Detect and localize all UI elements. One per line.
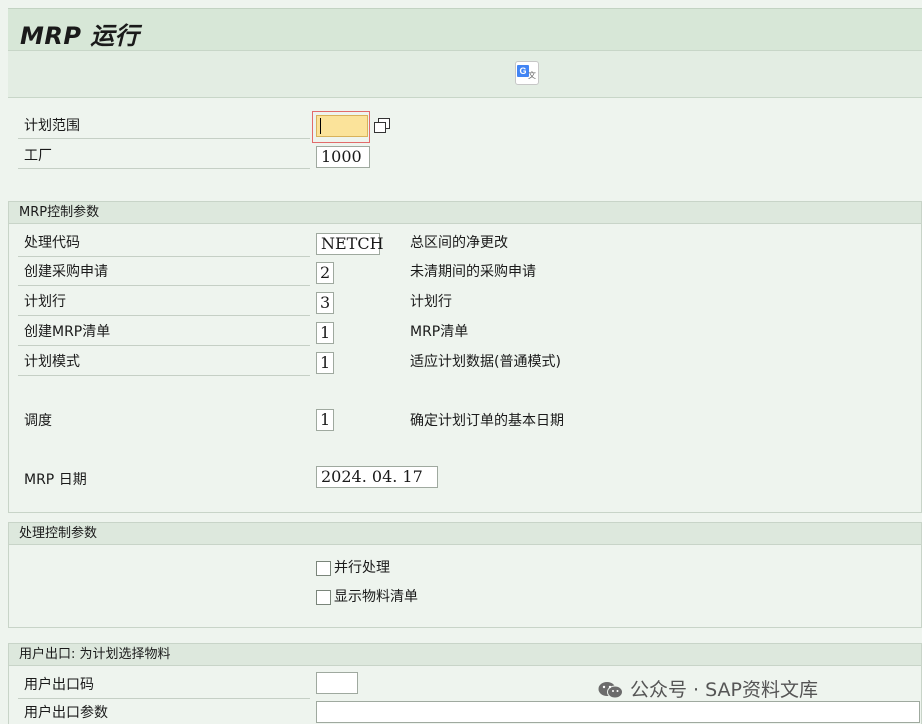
parallel-processing-checkbox[interactable]	[316, 561, 331, 576]
processing-key-underline	[18, 256, 310, 257]
schedule-lines-label: 计划行	[24, 294, 66, 310]
create-purchase-req-desc: 未清期间的采购申请	[410, 264, 536, 280]
plant-label: 工厂	[24, 148, 52, 164]
user-exit-code-label: 用户出口码	[24, 677, 94, 693]
schedule-lines-underline	[18, 315, 310, 316]
planning-mode-underline	[18, 375, 310, 376]
schedule-lines-desc: 计划行	[410, 294, 452, 310]
processing-key-label: 处理代码	[24, 235, 80, 251]
user-exit-param-input[interactable]	[316, 701, 920, 723]
planning-scope-label: 计划范围	[24, 118, 80, 134]
display-material-list-checkbox[interactable]	[316, 590, 331, 605]
planning-mode-label: 计划模式	[24, 354, 80, 370]
planning-mode-input[interactable]: 1	[316, 352, 334, 374]
create-purchase-req-input[interactable]: 2	[316, 262, 334, 284]
processing-key-desc: 总区间的净更改	[410, 235, 508, 251]
application-toolbar: G文	[8, 50, 922, 98]
plant-underline	[18, 168, 310, 169]
user-exit-code-input[interactable]	[316, 672, 358, 694]
watermark-text: 公众号 · SAP资料文库	[630, 679, 818, 701]
text-cursor	[320, 118, 321, 134]
create-purchase-req-label: 创建采购申请	[24, 264, 108, 280]
processing-key-input[interactable]: NETCH	[316, 233, 384, 255]
wechat-icon	[598, 682, 623, 699]
plant-input[interactable]: 1000	[316, 146, 370, 168]
user-exit-header: 用户出口: 为计划选择物料	[9, 644, 921, 666]
schedule-lines-input[interactable]: 3	[316, 292, 334, 314]
parallel-processing-label: 并行处理	[334, 560, 390, 576]
user-exit-code-underline	[18, 698, 310, 699]
create-mrp-list-label: 创建MRP清单	[24, 324, 111, 340]
title-bar: MRP 运行	[8, 8, 922, 51]
mrp-date-label: MRP 日期	[24, 472, 87, 488]
process-control-section: 处理控制参数	[8, 522, 922, 628]
mrp-date-input[interactable]: 2024. 04. 17	[316, 466, 438, 488]
scheduling-label: 调度	[24, 413, 52, 429]
planning-mode-desc: 适应计划数据(普通模式)	[410, 354, 561, 370]
create-purchase-req-underline	[18, 285, 310, 286]
multiple-selection-icon[interactable]	[373, 117, 391, 134]
page-title: MRP 运行	[20, 22, 140, 50]
create-mrp-list-underline	[18, 345, 310, 346]
user-exit-param-label: 用户出口参数	[24, 705, 108, 721]
planning-scope-underline	[18, 138, 310, 139]
mrp-control-header: MRP控制参数	[9, 202, 921, 224]
google-translate-icon[interactable]: G文	[515, 61, 539, 85]
scheduling-desc: 确定计划订单的基本日期	[410, 413, 564, 429]
planning-scope-input[interactable]	[316, 115, 368, 137]
process-control-header: 处理控制参数	[9, 523, 921, 545]
display-material-list-label: 显示物料清单	[334, 589, 418, 605]
watermark: 公众号 · SAP资料文库	[598, 675, 818, 702]
create-mrp-list-desc: MRP清单	[410, 324, 469, 340]
create-mrp-list-input[interactable]: 1	[316, 322, 334, 344]
scheduling-input[interactable]: 1	[316, 409, 334, 431]
